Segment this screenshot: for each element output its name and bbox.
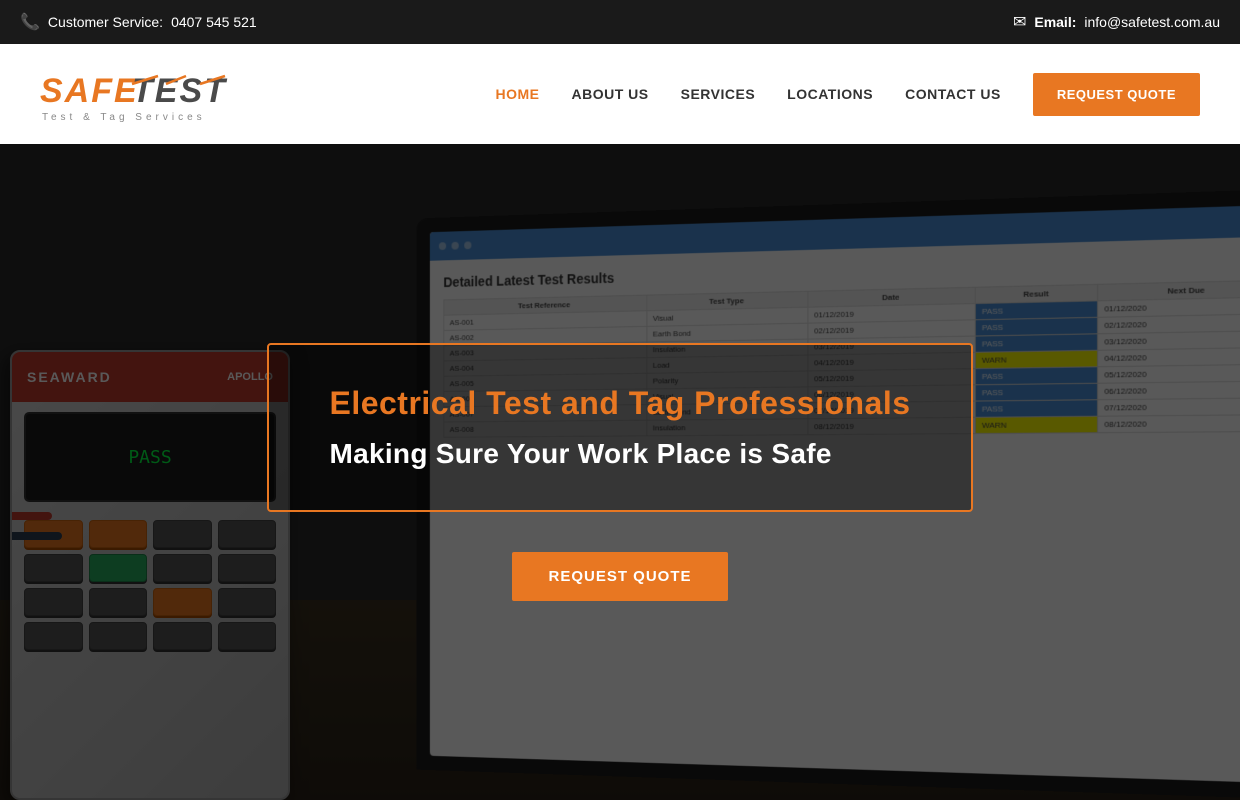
svg-text:SAFE: SAFE	[40, 72, 139, 110]
customer-service-info: 📞 Customer Service: 0407 545 521	[20, 12, 257, 32]
nav-request-quote-button[interactable]: REQUEST QUOTE	[1033, 73, 1200, 116]
hero-cta-button[interactable]: REQUEST QUOTE	[512, 552, 727, 601]
customer-service-label: Customer Service:	[48, 14, 163, 30]
email-icon: ✉	[1013, 12, 1026, 32]
svg-text:Test & Tag Services: Test & Tag Services	[42, 112, 206, 123]
nav-contact[interactable]: CONTACT US	[905, 86, 1001, 102]
email-label: Email:	[1034, 14, 1076, 30]
logo-svg: SAFE TEST Test & Tag Services	[40, 62, 240, 127]
phone-number: 0407 545 521	[171, 14, 257, 30]
nav-services[interactable]: SERVICES	[681, 86, 756, 102]
logo[interactable]: SAFE TEST Test & Tag Services	[40, 62, 240, 127]
email-address: info@safetest.com.au	[1084, 14, 1220, 30]
nav-links: HOME ABOUT US SERVICES LOCATIONS CONTACT…	[496, 73, 1201, 116]
nav-locations[interactable]: LOCATIONS	[787, 86, 873, 102]
nav-home[interactable]: HOME	[496, 86, 540, 102]
hero-text-box: Electrical Test and Tag Professionals Ma…	[267, 343, 972, 512]
email-info: ✉ Email: info@safetest.com.au	[1013, 12, 1220, 32]
phone-icon: 📞	[20, 12, 40, 32]
hero-section: Detailed Latest Test Results Test Refere…	[0, 144, 1240, 800]
hero-title: Electrical Test and Tag Professionals	[329, 385, 910, 422]
hero-content-wrapper: Electrical Test and Tag Professionals Ma…	[0, 144, 1240, 800]
hero-subtitle: Making Sure Your Work Place is Safe	[329, 438, 910, 470]
navbar: SAFE TEST Test & Tag Services HOME ABOUT…	[0, 44, 1240, 144]
top-bar: 📞 Customer Service: 0407 545 521 ✉ Email…	[0, 0, 1240, 44]
nav-about[interactable]: ABOUT US	[572, 86, 649, 102]
